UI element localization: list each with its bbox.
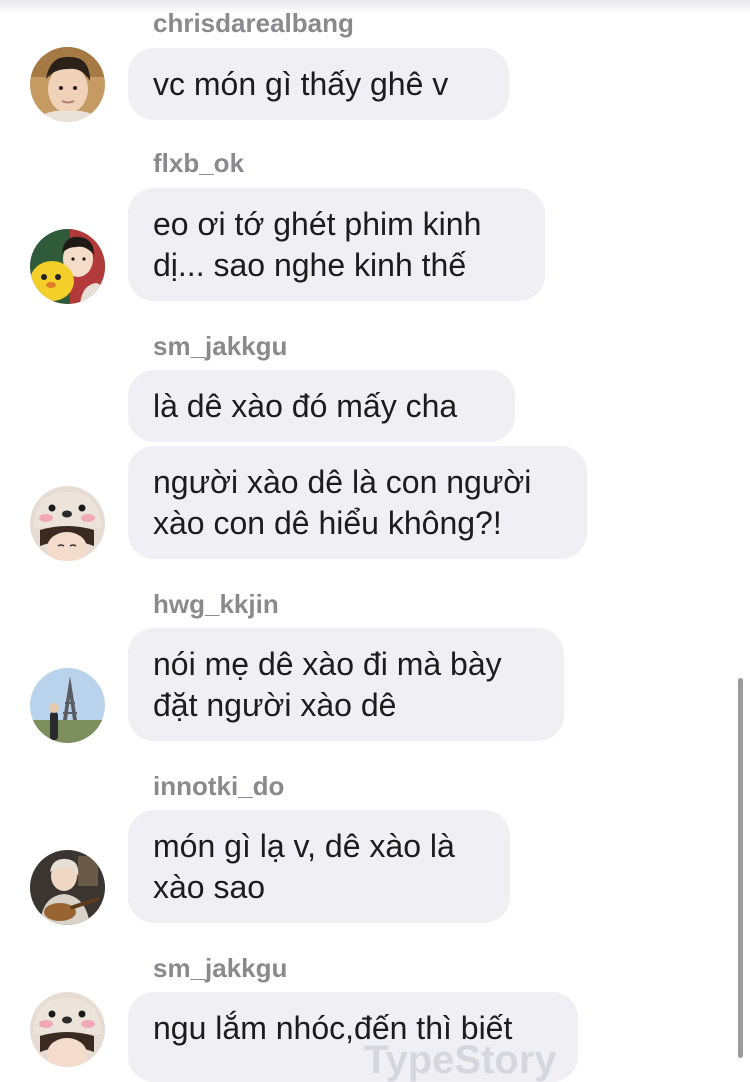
comment-username[interactable]: innotki_do xyxy=(153,771,284,801)
boy-with-yellow-plush-avatar-icon[interactable] xyxy=(30,229,105,304)
comment-username[interactable]: hwg_kkjin xyxy=(153,589,279,619)
comment-bubble[interactable]: vc món gì thấy ghê v xyxy=(128,48,509,120)
comment-bubble[interactable]: món gì lạ v, dê xào là xào sao xyxy=(128,810,510,923)
bear-hat-avatar-icon[interactable] xyxy=(30,486,105,561)
comment-bubble[interactable]: eo ơi tớ ghét phim kinh dị... sao nghe k… xyxy=(128,188,545,301)
watermark-text: TypeStory xyxy=(364,1038,557,1082)
top-shadow xyxy=(0,0,750,14)
boy-portrait-avatar-icon[interactable] xyxy=(30,47,105,122)
comment-username[interactable]: flxb_ok xyxy=(153,148,244,178)
comment-username[interactable]: chrisdarealbang xyxy=(153,8,354,38)
scrollbar[interactable] xyxy=(738,678,743,1058)
comment-bubble[interactable]: người xào dê là con người xào con dê hiể… xyxy=(128,446,587,559)
comment-bubble[interactable]: nói mẹ dê xào đi mà bày đặt người xào dê xyxy=(128,628,564,741)
comment-bubble[interactable]: là dê xào đó mấy cha xyxy=(128,370,515,442)
bear-hat-avatar-icon[interactable] xyxy=(30,992,105,1067)
guitarist-avatar-icon[interactable] xyxy=(30,850,105,925)
comment-username[interactable]: sm_jakkgu xyxy=(153,953,287,983)
eiffel-tower-photo-avatar-icon[interactable] xyxy=(30,668,105,743)
comment-username[interactable]: sm_jakkgu xyxy=(153,331,287,361)
